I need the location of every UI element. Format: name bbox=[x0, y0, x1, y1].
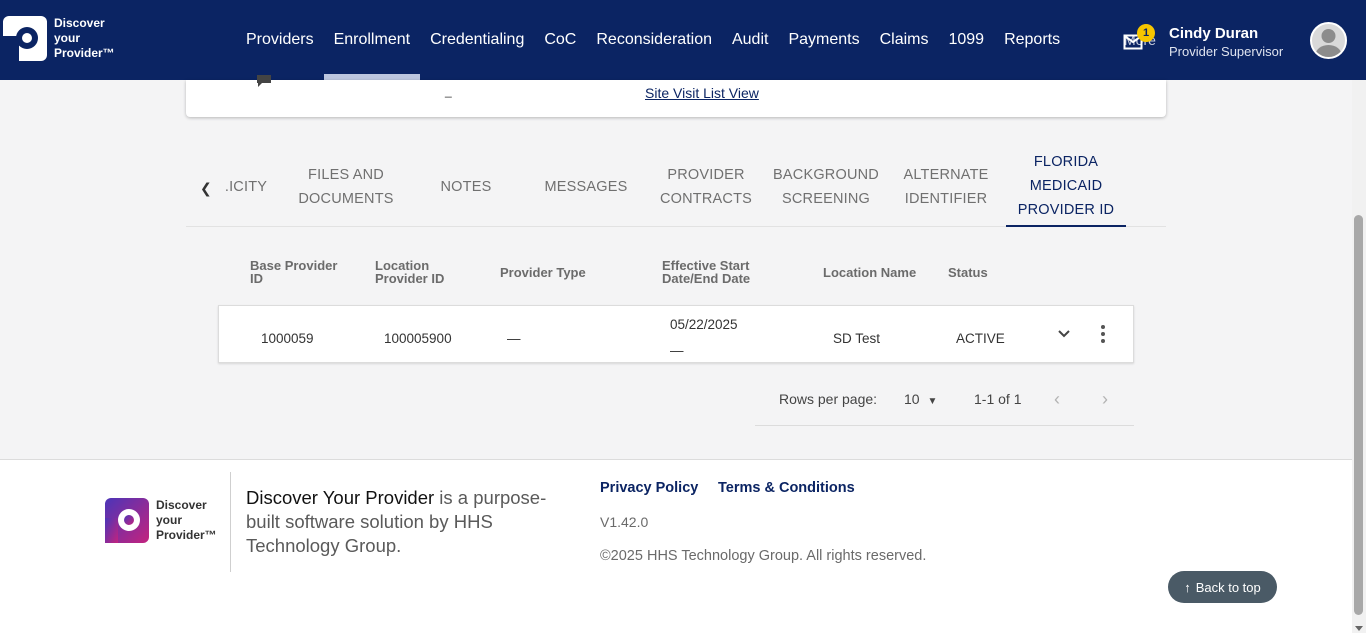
nav-audit[interactable]: Audit bbox=[722, 0, 778, 80]
copyright: ©2025 HHS Technology Group. All rights r… bbox=[600, 548, 927, 564]
logo-text: Discover your Provider™ bbox=[54, 16, 115, 60]
app-version: V1.42.0 bbox=[600, 514, 649, 530]
provider-summary-card: _ Site Visit List View bbox=[186, 75, 1166, 117]
nav-providers[interactable]: Providers bbox=[236, 0, 324, 80]
header-location-name: Location Name bbox=[823, 265, 917, 280]
comment-icon bbox=[257, 75, 271, 87]
tab-scroll-left-icon[interactable]: ❮ bbox=[200, 180, 212, 197]
rows-per-page-select[interactable]: 10 ▼ bbox=[904, 391, 937, 407]
cell-location-provider-id: 100005900 bbox=[384, 331, 452, 346]
rows-per-page-label: Rows per page: bbox=[779, 391, 878, 407]
avatar[interactable] bbox=[1310, 22, 1347, 59]
next-page-icon[interactable]: › bbox=[1102, 389, 1108, 410]
cell-status: ACTIVE bbox=[956, 331, 1005, 346]
top-navigation-bar: Discover your Provider™ Providers Enroll… bbox=[0, 0, 1366, 80]
tab-background-screening[interactable]: BACKGROUND SCREENING bbox=[766, 147, 886, 227]
card-value-dash: _ bbox=[445, 84, 452, 98]
tab-alternate-identifier[interactable]: ALTERNATE IDENTIFIER bbox=[886, 147, 1006, 227]
header-provider-type: Provider Type bbox=[500, 265, 586, 280]
nav-payments[interactable]: Payments bbox=[778, 0, 869, 80]
expand-row-chevron-down-icon[interactable] bbox=[1057, 327, 1071, 341]
table-row[interactable]: 1000059 100005900 — 05/22/2025 — SD Test… bbox=[218, 305, 1134, 363]
tab-florida-medicaid-provider-id[interactable]: FLORIDA MEDICAID PROVIDER ID bbox=[1006, 147, 1126, 227]
pagination-range: 1-1 of 1 bbox=[974, 391, 1022, 407]
logo-icon bbox=[3, 16, 47, 61]
header-base-provider-id: Base Provider ID bbox=[250, 258, 338, 286]
footer-logo-text: Discover your Provider™ bbox=[156, 498, 217, 542]
tab-bar: ❮ .ICITY FILES AND DOCUMENTS NOTES MESSA… bbox=[186, 147, 1166, 227]
cell-start-date: 05/22/2025 bbox=[670, 317, 738, 332]
user-avatar-icon bbox=[1315, 29, 1342, 57]
tab-messages[interactable]: MESSAGES bbox=[526, 147, 646, 227]
header-location-provider-id: Location Provider ID bbox=[375, 258, 445, 286]
arrow-up-icon: ↑ bbox=[1184, 579, 1191, 595]
tab-notes[interactable]: NOTES bbox=[406, 147, 526, 227]
nav-reconsideration[interactable]: Reconsideration bbox=[586, 0, 722, 80]
nav-credentialing[interactable]: Credentialing bbox=[420, 0, 534, 80]
rows-per-page-value: 10 bbox=[904, 391, 920, 407]
cell-end-date: — bbox=[670, 343, 684, 358]
nav-1099[interactable]: 1099 bbox=[938, 0, 994, 80]
privacy-policy-link[interactable]: Privacy Policy bbox=[600, 480, 698, 496]
app-logo[interactable]: Discover your Provider™ bbox=[3, 16, 115, 61]
table-pagination: Rows per page: 10 ▼ 1-1 of 1 ‹ › bbox=[755, 381, 1134, 426]
nav-enrollment[interactable]: Enrollment bbox=[323, 0, 421, 80]
back-to-top-button[interactable]: ↑ Back to top bbox=[1168, 571, 1277, 603]
page-scrollbar[interactable] bbox=[1352, 80, 1366, 633]
footer-description: Discover Your Provider is a purpose-buil… bbox=[246, 486, 576, 558]
site-visit-list-link[interactable]: Site Visit List View bbox=[645, 85, 759, 101]
notification-badge: 1 bbox=[1137, 24, 1155, 42]
previous-page-icon[interactable]: ‹ bbox=[1054, 389, 1060, 410]
tab-ethnicity[interactable]: .ICITY bbox=[222, 147, 270, 227]
header-status: Status bbox=[948, 265, 988, 280]
cell-base-provider-id: 1000059 bbox=[261, 331, 314, 346]
user-role: Provider Supervisor bbox=[1169, 44, 1284, 59]
footer-logo-icon bbox=[105, 498, 149, 543]
tab-provider-contracts[interactable]: PROVIDER CONTRACTS bbox=[646, 147, 766, 227]
header-effective-dates: Effective Start Date/End Date bbox=[662, 258, 751, 286]
tab-files-and-documents[interactable]: FILES AND DOCUMENTS bbox=[286, 147, 406, 227]
main-nav: Providers Enrollment Credentialing CoC R… bbox=[236, 0, 1070, 80]
scroll-down-arrow-icon[interactable] bbox=[1355, 626, 1363, 631]
cell-provider-type: — bbox=[507, 331, 521, 346]
footer-logo: Discover your Provider™ bbox=[105, 498, 217, 543]
row-more-vertical-icon[interactable] bbox=[1100, 324, 1106, 344]
footer: Discover your Provider™ Discover Your Pr… bbox=[0, 459, 1352, 633]
nav-claims[interactable]: Claims bbox=[870, 0, 939, 80]
footer-brand-name: Discover Your Provider bbox=[246, 487, 435, 508]
back-to-top-label: Back to top bbox=[1195, 579, 1261, 595]
user-name[interactable]: Cindy Duran bbox=[1169, 25, 1258, 42]
caret-down-icon: ▼ bbox=[927, 396, 938, 407]
terms-conditions-link[interactable]: Terms & Conditions bbox=[718, 480, 855, 496]
scrollbar-thumb[interactable] bbox=[1354, 215, 1363, 615]
nav-reports[interactable]: Reports bbox=[994, 0, 1070, 80]
footer-divider bbox=[230, 472, 231, 572]
nav-coc[interactable]: CoC bbox=[534, 0, 586, 80]
cell-location-name: SD Test bbox=[833, 331, 881, 346]
